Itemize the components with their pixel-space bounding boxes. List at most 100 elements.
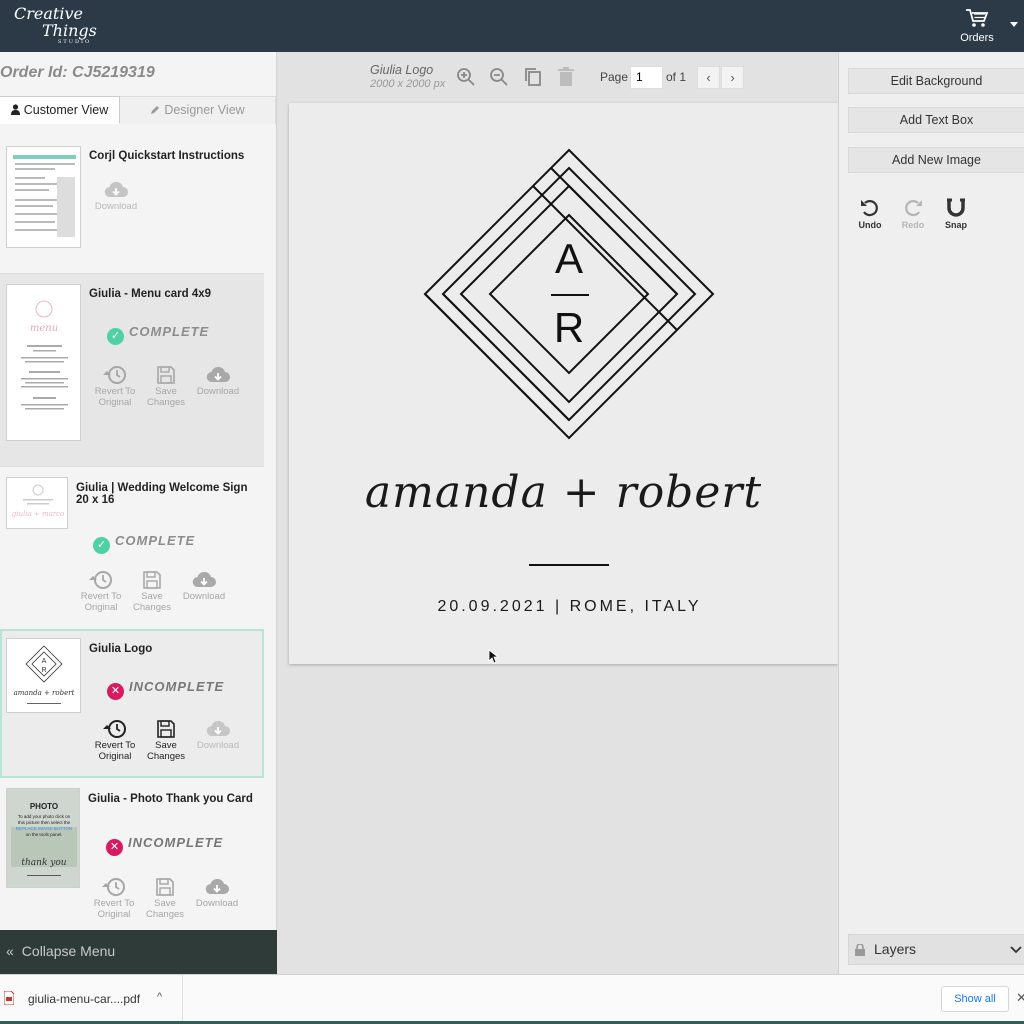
action-label: Download <box>196 386 240 397</box>
history-icon <box>102 877 125 896</box>
download-item[interactable]: giulia-menu-car....pdf ^ <box>0 975 183 1023</box>
copy-icon <box>525 68 541 86</box>
cloud-download-icon <box>192 571 216 587</box>
cloud-download-icon <box>104 181 128 197</box>
file-size: 2000 x 2000 px <box>370 78 446 90</box>
chevron-right-icon: › <box>730 70 735 85</box>
download-button[interactable]: Download <box>193 363 243 397</box>
save-button[interactable]: Save Changes <box>141 363 191 408</box>
revert-button[interactable]: Revert To Original <box>90 363 140 408</box>
cart-icon <box>966 9 989 27</box>
check-icon: ✓ <box>93 537 110 554</box>
edit-background-button[interactable]: Edit Background <box>848 68 1024 94</box>
status-text: COMPLETE <box>115 533 196 548</box>
status-text: INCOMPLETE <box>129 679 225 694</box>
next-page-button[interactable]: › <box>721 66 744 89</box>
history-icon <box>103 365 126 384</box>
tool-label: Snap <box>944 220 967 230</box>
action-label: Download <box>94 201 138 212</box>
view-tabs: Customer View Designer View <box>0 96 276 124</box>
brand-logo[interactable]: Creative Things STUDIO <box>14 5 97 45</box>
list-item[interactable]: giulia + marco Giulia | Wedding Welcome … <box>0 467 264 630</box>
add-new-image-button[interactable]: Add New Image <box>848 147 1024 173</box>
svg-text:on the tools panel.: on the tools panel. <box>26 832 63 837</box>
status-badge: ✕ INCOMPLETE <box>107 679 224 700</box>
history-icon <box>89 570 112 589</box>
cloud-download-icon <box>206 720 230 736</box>
action-label: Save Changes <box>145 898 185 920</box>
action-label: Revert To Original <box>80 591 122 613</box>
tab-customer-view[interactable]: Customer View <box>0 96 120 124</box>
close-icon[interactable]: ✕ <box>1016 990 1024 1006</box>
revert-button[interactable]: Revert To Original <box>90 717 140 762</box>
layers-toggle[interactable]: Layers <box>848 934 1024 965</box>
save-button[interactable]: Save Changes <box>140 875 190 920</box>
page-input[interactable]: 1 <box>630 66 663 89</box>
redo-button[interactable]: Redo <box>895 198 931 230</box>
save-button[interactable]: Save Changes <box>141 717 191 762</box>
list-item[interactable]: menu Giulia - Menu card 4x9 ✓ COMPLETE Re… <box>0 274 264 467</box>
status-badge: ✓ COMPLETE <box>107 324 209 345</box>
product-title: Giulia - Photo Thank you Card <box>88 793 253 805</box>
tab-designer-view[interactable]: Designer View <box>120 96 276 124</box>
chevron-up-icon[interactable]: ^ <box>157 991 162 1003</box>
editor-area: Giulia Logo 2000 x 2000 px Page 1 of 1 ‹… <box>277 52 838 974</box>
design-canvas[interactable]: A R amanda + robert 20.09.2021 | ROME, I… <box>289 103 838 664</box>
page-total: of 1 <box>666 70 687 84</box>
monogram-bottom-letter[interactable]: R <box>545 305 593 351</box>
svg-text:To add your photo click on: To add your photo click on <box>18 814 71 819</box>
revert-button[interactable]: Revert To Original <box>76 568 126 613</box>
download-button[interactable]: Download <box>193 717 243 751</box>
duplicate-button[interactable] <box>524 67 542 92</box>
zoom-in-button[interactable] <box>456 67 476 92</box>
show-all-button[interactable]: Show all <box>941 986 1009 1012</box>
download-button[interactable]: Download <box>91 178 141 212</box>
brand-line-1: Creative <box>14 4 83 23</box>
snap-button[interactable]: Snap <box>938 198 974 230</box>
zoom-out-button[interactable] <box>489 67 509 92</box>
action-label: Save Changes <box>146 386 186 408</box>
history-icon <box>103 719 126 738</box>
product-thumbnail[interactable]: PHOTO To add your photo click on this pict… <box>6 788 80 888</box>
orders-button[interactable]: Orders <box>955 6 999 44</box>
status-text: INCOMPLETE <box>128 835 224 850</box>
action-label: Download <box>182 591 226 602</box>
floppy-disk-icon <box>157 365 175 384</box>
svg-text:menu: menu <box>30 323 58 334</box>
monogram-top-letter[interactable]: A <box>545 236 593 282</box>
download-button[interactable]: Download <box>192 875 242 909</box>
revert-button[interactable]: Revert To Original <box>89 875 139 920</box>
product-thumbnail[interactable]: menu <box>6 284 81 441</box>
chevron-down-icon[interactable] <box>1010 22 1018 27</box>
product-thumbnail[interactable] <box>6 146 81 248</box>
download-button[interactable]: Download <box>179 568 229 602</box>
order-id: Order Id: CJ5219319 <box>0 64 155 81</box>
product-thumbnail[interactable]: giulia + marco <box>6 477 68 529</box>
svg-text:thank you: thank you <box>21 858 66 868</box>
collapse-menu-button[interactable]: « Collapse Menu <box>0 930 277 974</box>
undo-button[interactable]: Undo <box>852 198 888 230</box>
pdf-file-icon <box>4 991 14 1005</box>
save-button[interactable]: Save Changes <box>127 568 177 613</box>
add-text-box-button[interactable]: Add Text Box <box>848 107 1024 133</box>
delete-button[interactable] <box>558 67 574 92</box>
check-icon: ✓ <box>107 328 124 345</box>
collapse-label: Collapse Menu <box>21 943 116 959</box>
prev-page-button[interactable]: ‹ <box>697 66 720 89</box>
list-item[interactable]: Corjl Quickstart Instructions Download <box>0 136 264 274</box>
couple-names-text[interactable]: amanda + robert <box>289 463 838 523</box>
tab-label: Designer View <box>164 103 245 117</box>
floppy-disk-icon <box>156 877 174 896</box>
editor-toolbar: Giulia Logo 2000 x 2000 px Page 1 of 1 ‹… <box>277 52 838 102</box>
svg-text:PHOTO: PHOTO <box>30 802 58 811</box>
chevron-left-icon: ‹ <box>706 70 711 85</box>
product-thumbnail[interactable]: A Ramanda + robert <box>6 638 81 713</box>
monogram-graphic[interactable] <box>289 103 838 664</box>
list-item[interactable]: PHOTO To add your photo click on this pict… <box>0 778 264 930</box>
svg-text:A: A <box>42 658 47 665</box>
date-location-text[interactable]: 20.09.2021 | ROME, ITALY <box>289 598 850 616</box>
list-item[interactable]: A Ramanda + robert Giulia Logo ✕ INCOMPLET… <box>0 629 264 778</box>
action-label: Revert To Original <box>94 740 136 762</box>
floppy-disk-icon <box>143 570 161 589</box>
mouse-cursor-icon <box>488 649 498 664</box>
